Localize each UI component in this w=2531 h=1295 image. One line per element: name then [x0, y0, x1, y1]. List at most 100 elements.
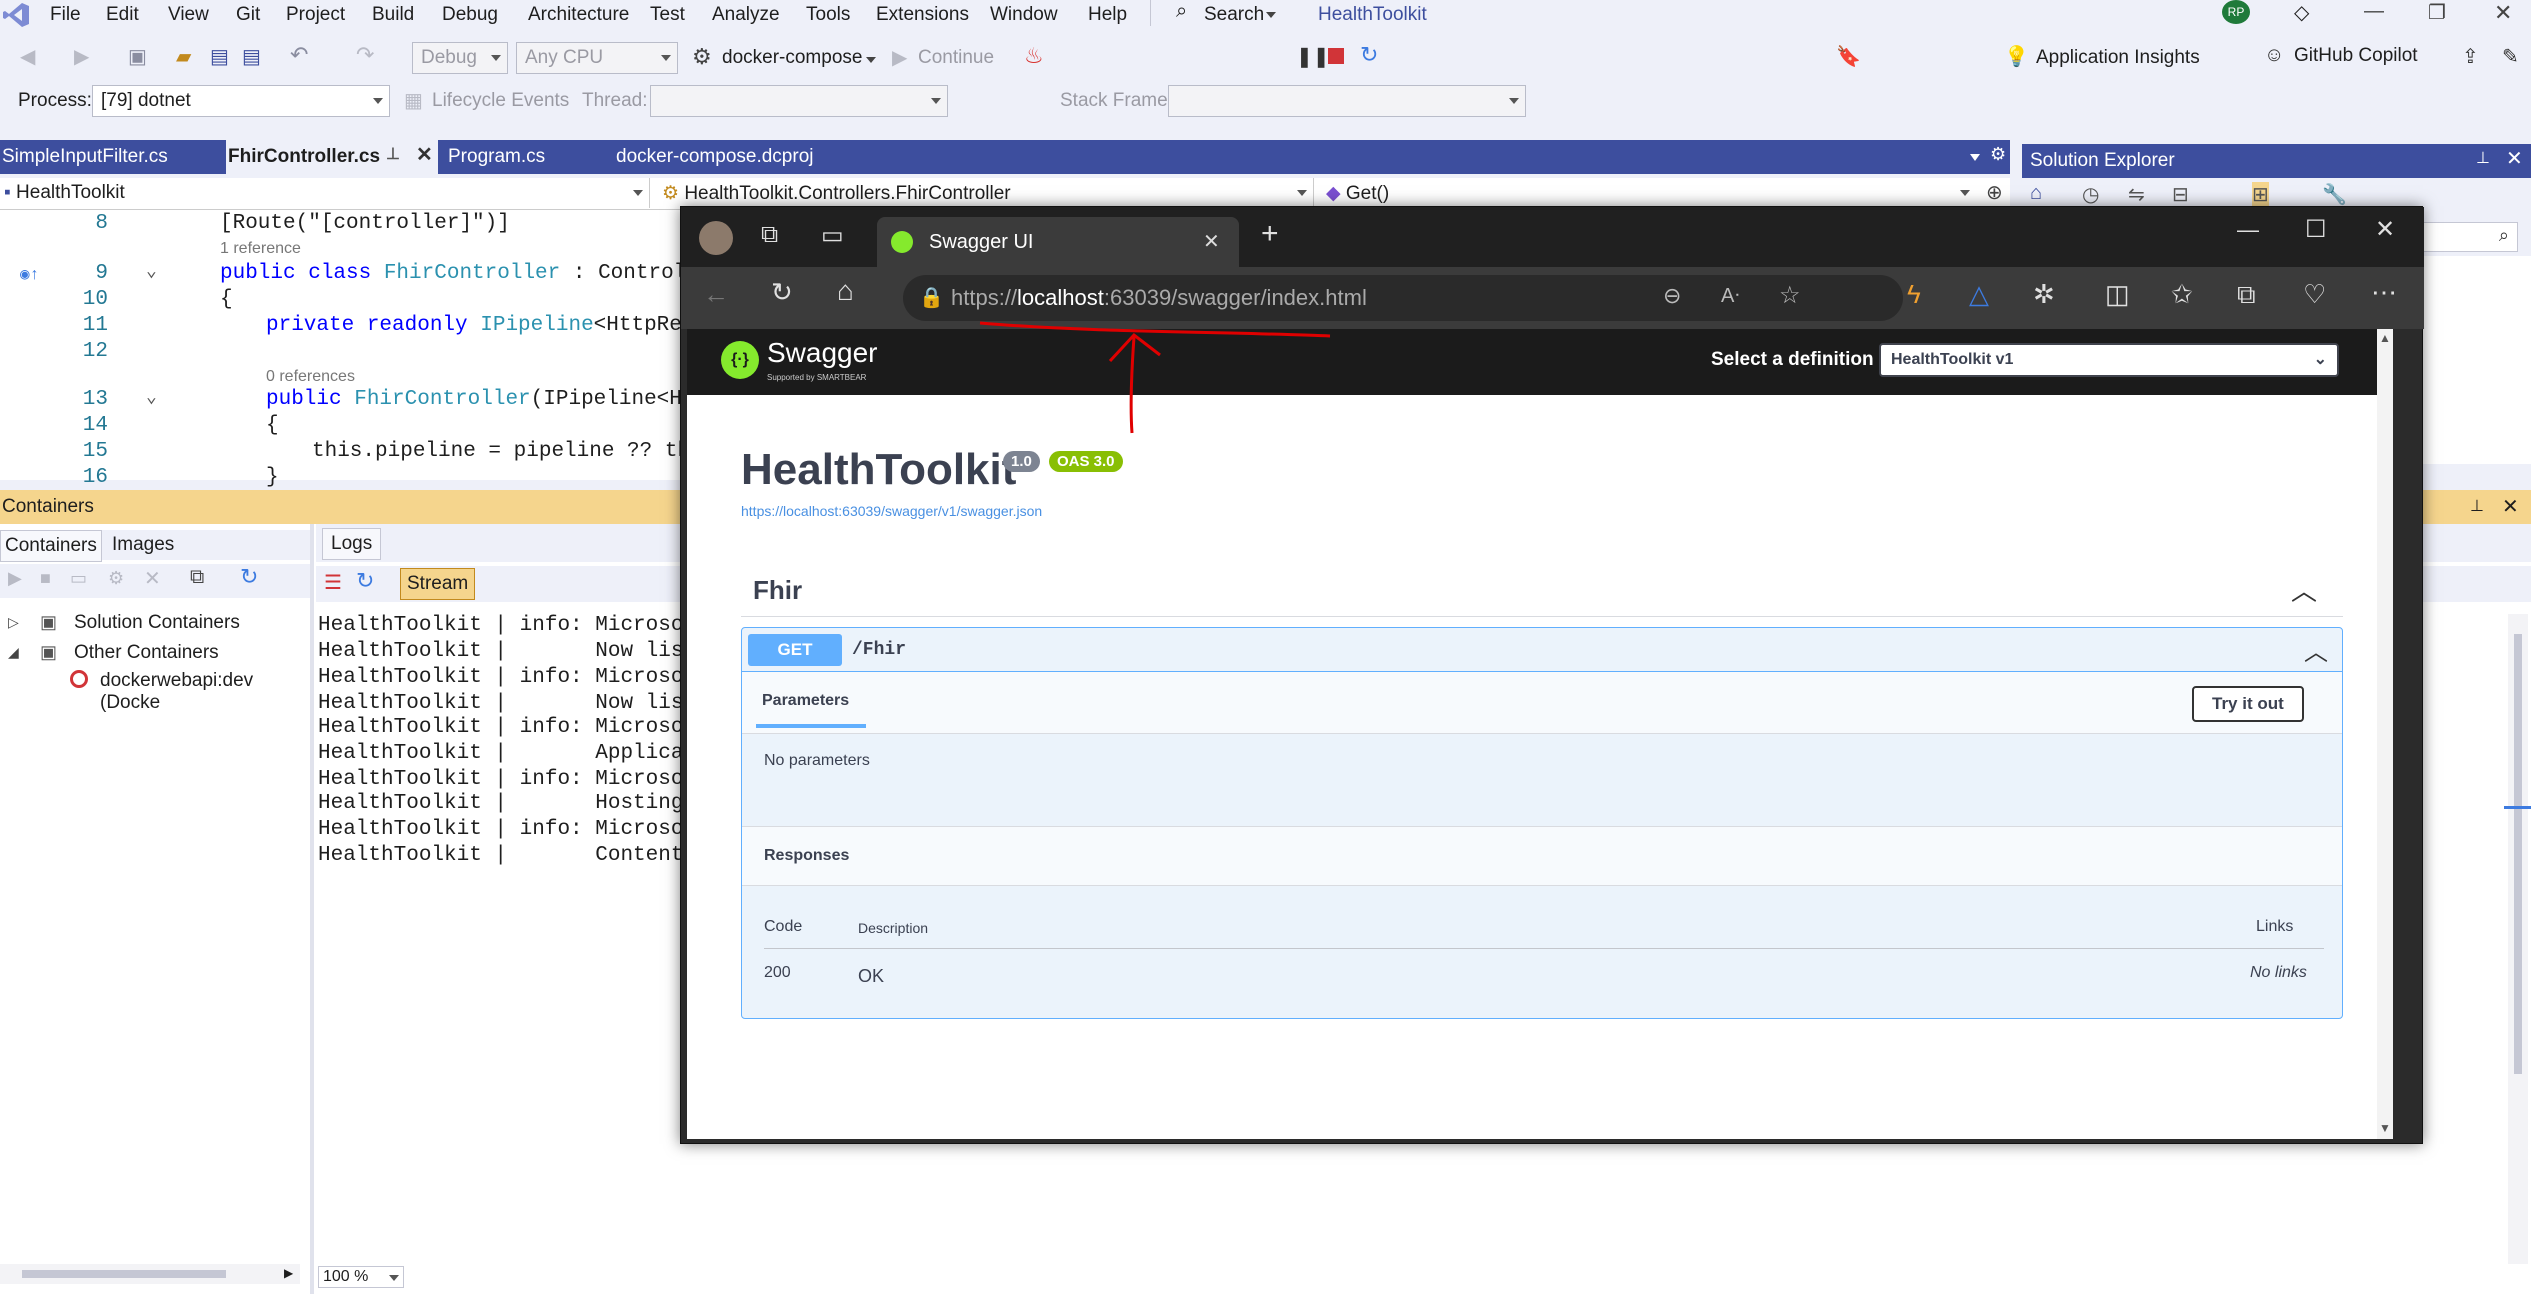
tab-docker-compose[interactable]: docker-compose.dcproj: [608, 140, 872, 174]
browser-tab-swagger[interactable]: Swagger UI ✕: [877, 217, 1239, 267]
clear-logs-icon[interactable]: ☰: [324, 570, 342, 595]
save-all-icon[interactable]: ▤: [242, 44, 261, 69]
diamond-icon[interactable]: ◇: [2294, 0, 2309, 25]
maximize-icon[interactable]: ☐: [2305, 215, 2327, 244]
refresh-logs-icon[interactable]: ↻: [356, 568, 374, 594]
configuration-select[interactable]: Debug: [412, 42, 508, 74]
visual-studio-logo-icon[interactable]: [2, 2, 30, 28]
application-insights-button[interactable]: Application Insights: [2036, 47, 2200, 69]
menu-edit[interactable]: Edit: [106, 4, 139, 26]
lightbulb-icon[interactable]: 💡: [2004, 44, 2029, 69]
spec-link[interactable]: https://localhost:63039/swagger/v1/swagg…: [741, 503, 1042, 519]
share-icon[interactable]: ⇪: [2462, 44, 2479, 69]
read-aloud-icon[interactable]: Aᐧ: [1721, 283, 1739, 308]
extension-bolt-icon[interactable]: ϟ: [1907, 279, 1921, 310]
page-scrollbar[interactable]: ▲ ▼: [2377, 329, 2393, 1139]
collapse-all-icon[interactable]: ⊟: [2172, 182, 2189, 207]
start-icon[interactable]: ▶: [8, 568, 22, 589]
scroll-down-icon[interactable]: ▼: [2379, 1121, 2391, 1135]
reference-count[interactable]: 0 references: [266, 368, 355, 386]
menu-help[interactable]: Help: [1088, 4, 1127, 26]
collections-icon[interactable]: ⧉: [2237, 279, 2256, 311]
refresh-icon[interactable]: ↻: [240, 564, 258, 590]
tab-images[interactable]: Images: [112, 534, 174, 556]
home-icon[interactable]: ⌂: [837, 275, 854, 307]
tab-actions-icon[interactable]: ▭: [821, 221, 844, 250]
containers-hscroll[interactable]: ▶: [0, 1264, 300, 1284]
type-select[interactable]: ⚙ HealthToolkit.Controllers.FhirControll…: [656, 178, 1314, 208]
platform-select[interactable]: Any CPU: [516, 42, 678, 74]
reference-count[interactable]: 1 reference: [220, 240, 301, 258]
terminal-icon[interactable]: ▭: [70, 568, 87, 589]
bookmark-icon[interactable]: 🔖: [1836, 44, 1861, 69]
collapse-chevron-icon[interactable]: ⌄: [146, 260, 157, 282]
menu-git[interactable]: Git: [236, 4, 260, 26]
workspaces-icon[interactable]: ⧉: [761, 221, 778, 249]
stop-icon[interactable]: ■: [40, 568, 51, 589]
new-tab-icon[interactable]: +: [1261, 217, 1279, 251]
favorite-star-icon[interactable]: ☆: [1779, 281, 1801, 310]
back-icon[interactable]: ◀: [20, 44, 35, 69]
close-panel-icon[interactable]: ✕: [2506, 146, 2523, 171]
extensions-puzzle-icon[interactable]: ✲: [2033, 279, 2055, 310]
copy-icon[interactable]: ⧉: [190, 566, 204, 589]
tab-containers[interactable]: Containers: [0, 530, 102, 562]
home-icon[interactable]: ⌂: [2030, 182, 2042, 205]
open-folder-icon[interactable]: ▰: [176, 44, 191, 69]
feedback-icon[interactable]: ✎: [2502, 44, 2519, 69]
continue-button[interactable]: Continue: [918, 47, 994, 69]
menu-debug[interactable]: Debug: [442, 4, 498, 26]
tree-item-solution-containers[interactable]: Solution Containers: [74, 612, 240, 634]
undo-icon[interactable]: ↶: [290, 42, 308, 68]
tab-program[interactable]: Program.cs: [442, 140, 604, 174]
pin-icon[interactable]: ⊥: [386, 144, 400, 164]
split-screen-icon[interactable]: ◫: [2105, 279, 2130, 310]
process-select[interactable]: [79] dotnet: [92, 85, 390, 117]
close-panel-icon[interactable]: ✕: [2502, 494, 2519, 519]
tab-overflow-caret[interactable]: [1970, 154, 1980, 161]
try-it-out-button[interactable]: Try it out: [2192, 686, 2304, 722]
settings-gear-icon[interactable]: ⚙: [1990, 144, 2006, 165]
menu-view[interactable]: View: [168, 4, 209, 26]
member-select[interactable]: ◆ Get(): [1320, 178, 1976, 208]
tab-fhircontroller[interactable]: FhirController.cs ⊥ ✕: [226, 140, 438, 174]
favorites-icon[interactable]: ✩: [2171, 279, 2193, 310]
continue-play-icon[interactable]: ▶: [892, 45, 907, 70]
history-icon[interactable]: ◷: [2082, 182, 2099, 207]
tag-section-fhir[interactable]: Fhir ︿: [741, 567, 2343, 617]
search-menu[interactable]: Search: [1204, 4, 1264, 26]
sync-icon[interactable]: ⇋: [2128, 182, 2145, 207]
pin-icon[interactable]: ⊥: [2470, 496, 2484, 516]
tree-item-dockerwebapi[interactable]: dockerwebapi:dev (Docke: [100, 670, 306, 714]
collapse-chevron-icon[interactable]: ︿: [2304, 632, 2328, 667]
hot-reload-icon[interactable]: ♨: [1024, 43, 1044, 69]
forward-icon[interactable]: ▶: [74, 44, 89, 69]
expand-arrow-icon[interactable]: ▷: [8, 614, 19, 631]
split-editor-icon[interactable]: ⊕: [1986, 180, 2003, 205]
filter-icon[interactable]: ⊞: [2252, 182, 2269, 207]
tab-simpleinputfilter[interactable]: SimpleInputFilter.cs: [0, 140, 224, 174]
minimize-window-icon[interactable]: —: [2364, 0, 2384, 23]
zoom-select[interactable]: 100 %: [318, 1266, 404, 1288]
parameters-tab[interactable]: Parameters: [762, 692, 849, 710]
scroll-thumb[interactable]: [2514, 634, 2522, 1074]
menu-analyze[interactable]: Analyze: [712, 4, 780, 26]
browser-essentials-icon[interactable]: ♡: [2303, 279, 2326, 310]
menu-project[interactable]: Project: [286, 4, 345, 26]
definition-select[interactable]: HealthToolkit v1 ⌄: [1879, 343, 2339, 377]
panel-splitter[interactable]: [310, 524, 314, 1294]
scroll-up-icon[interactable]: ▲: [2379, 331, 2391, 345]
new-project-icon[interactable]: ▣: [128, 44, 147, 69]
thread-select[interactable]: [650, 85, 948, 117]
operation-summary[interactable]: GET /Fhir ︿: [742, 628, 2342, 672]
menu-file[interactable]: File: [50, 4, 81, 26]
close-tab-icon[interactable]: ✕: [416, 142, 433, 167]
menu-window[interactable]: Window: [990, 4, 1058, 26]
stream-toggle[interactable]: Stream: [400, 568, 476, 600]
pin-icon[interactable]: ⊥: [2476, 148, 2490, 168]
extension-azure-icon[interactable]: △: [1969, 279, 1989, 310]
save-icon[interactable]: ▤: [210, 44, 229, 69]
menu-tools[interactable]: Tools: [806, 4, 850, 26]
redo-icon[interactable]: ↷: [356, 42, 374, 68]
avatar[interactable]: [699, 221, 733, 255]
